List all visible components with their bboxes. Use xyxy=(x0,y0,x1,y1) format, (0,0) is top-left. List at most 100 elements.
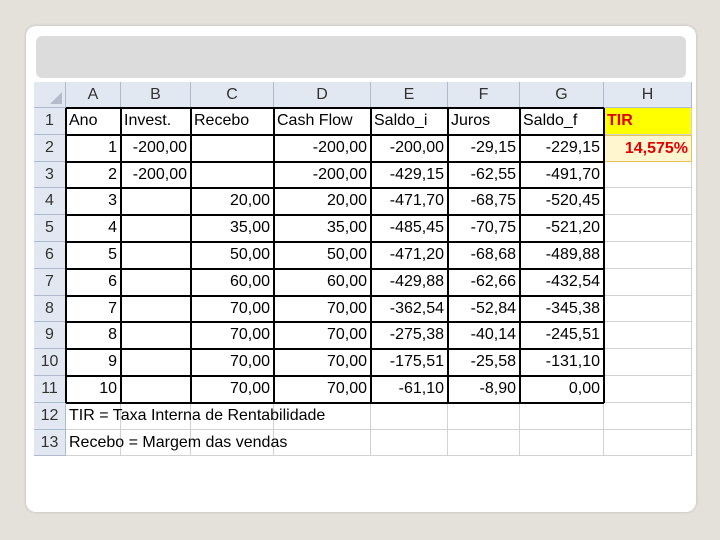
cell-c1[interactable]: Recebo xyxy=(191,108,274,135)
row-header-5[interactable]: 5 xyxy=(34,215,66,242)
row-header-10[interactable]: 10 xyxy=(34,349,66,376)
cell-d5[interactable]: 35,00 xyxy=(274,215,371,242)
cell-h12[interactable] xyxy=(604,402,692,430)
cell-g9[interactable]: -245,51 xyxy=(520,322,604,350)
cell-d8[interactable]: 70,00 xyxy=(274,295,371,323)
row-header-3[interactable]: 3 xyxy=(34,161,66,189)
cell-b8[interactable] xyxy=(121,295,191,323)
select-all-corner[interactable] xyxy=(34,82,66,108)
cell-a3[interactable]: 2 xyxy=(66,161,121,189)
cell-a11[interactable]: 10 xyxy=(66,376,121,403)
cell-g5[interactable]: -521,20 xyxy=(520,215,604,242)
row-header-9[interactable]: 9 xyxy=(34,322,66,350)
cell-h2[interactable]: 14,575% xyxy=(604,134,692,162)
cell-c10[interactable]: 70,00 xyxy=(191,349,274,376)
cell-h4[interactable] xyxy=(604,188,692,216)
row-header-2[interactable]: 2 xyxy=(34,134,66,162)
cell-c2[interactable] xyxy=(191,134,274,162)
cell-g10[interactable]: -131,10 xyxy=(520,349,604,376)
cell-c11[interactable]: 70,00 xyxy=(191,376,274,403)
cell-a5[interactable]: 4 xyxy=(66,215,121,242)
column-header-f[interactable]: F xyxy=(448,82,520,108)
cell-g13[interactable] xyxy=(520,429,604,457)
row-header-13[interactable]: 13 xyxy=(34,429,66,457)
cell-f9[interactable]: -40,14 xyxy=(448,322,520,350)
column-header-g[interactable]: G xyxy=(520,82,604,108)
cell-f10[interactable]: -25,58 xyxy=(448,349,520,376)
cell-d4[interactable]: 20,00 xyxy=(274,188,371,216)
cell-h1[interactable]: TIR xyxy=(604,108,692,135)
cell-a10[interactable]: 9 xyxy=(66,349,121,376)
cell-b5[interactable] xyxy=(121,215,191,242)
cell-f5[interactable]: -70,75 xyxy=(448,215,520,242)
cell-a7[interactable]: 6 xyxy=(66,268,121,296)
cell-d2[interactable]: -200,00 xyxy=(274,134,371,162)
cell-h13[interactable] xyxy=(604,429,692,457)
cell-a1[interactable]: Ano xyxy=(66,108,121,135)
cell-c6[interactable]: 50,00 xyxy=(191,242,274,269)
cell-d9[interactable]: 70,00 xyxy=(274,322,371,350)
cell-h11[interactable] xyxy=(604,376,692,403)
cell-e4[interactable]: -471,70 xyxy=(371,188,448,216)
cell-h6[interactable] xyxy=(604,242,692,269)
cell-g4[interactable]: -520,45 xyxy=(520,188,604,216)
cell-h7[interactable] xyxy=(604,268,692,296)
column-header-b[interactable]: B xyxy=(121,82,191,108)
cell-f12[interactable] xyxy=(448,402,520,430)
cell-g6[interactable]: -489,88 xyxy=(520,242,604,269)
cell-e7[interactable]: -429,88 xyxy=(371,268,448,296)
cell-f3[interactable]: -62,55 xyxy=(448,161,520,189)
cell-c8[interactable]: 70,00 xyxy=(191,295,274,323)
cell-c4[interactable]: 20,00 xyxy=(191,188,274,216)
cell-b2[interactable]: -200,00 xyxy=(121,134,191,162)
cell-a9[interactable]: 8 xyxy=(66,322,121,350)
cell-g2[interactable]: -229,15 xyxy=(520,134,604,162)
cell-g8[interactable]: -345,38 xyxy=(520,295,604,323)
cell-a8[interactable]: 7 xyxy=(66,295,121,323)
cell-f6[interactable]: -68,68 xyxy=(448,242,520,269)
cell-b1[interactable]: Invest. xyxy=(121,108,191,135)
cell-h9[interactable] xyxy=(604,322,692,350)
cell-b10[interactable] xyxy=(121,349,191,376)
cell-g12[interactable] xyxy=(520,402,604,430)
row-header-11[interactable]: 11 xyxy=(34,376,66,403)
cell-h10[interactable] xyxy=(604,349,692,376)
cell-e3[interactable]: -429,15 xyxy=(371,161,448,189)
cell-b11[interactable] xyxy=(121,376,191,403)
cell-g7[interactable]: -432,54 xyxy=(520,268,604,296)
row-header-6[interactable]: 6 xyxy=(34,242,66,269)
cell-e9[interactable]: -275,38 xyxy=(371,322,448,350)
row-header-4[interactable]: 4 xyxy=(34,188,66,216)
row-header-1[interactable]: 1 xyxy=(34,108,66,135)
column-header-a[interactable]: A xyxy=(66,82,121,108)
cell-e6[interactable]: -471,20 xyxy=(371,242,448,269)
cell-f11[interactable]: -8,90 xyxy=(448,376,520,403)
cell-d10[interactable]: 70,00 xyxy=(274,349,371,376)
cell-f13[interactable] xyxy=(448,429,520,457)
cell-d13[interactable] xyxy=(274,429,371,457)
cell-b3[interactable]: -200,00 xyxy=(121,161,191,189)
cell-f2[interactable]: -29,15 xyxy=(448,134,520,162)
cell-b4[interactable] xyxy=(121,188,191,216)
cell-f8[interactable]: -52,84 xyxy=(448,295,520,323)
cell-b6[interactable] xyxy=(121,242,191,269)
cell-e11[interactable]: -61,10 xyxy=(371,376,448,403)
column-header-c[interactable]: C xyxy=(191,82,274,108)
cell-c7[interactable]: 60,00 xyxy=(191,268,274,296)
cell-g3[interactable]: -491,70 xyxy=(520,161,604,189)
cell-c9[interactable]: 70,00 xyxy=(191,322,274,350)
cell-c5[interactable]: 35,00 xyxy=(191,215,274,242)
cell-a2[interactable]: 1 xyxy=(66,134,121,162)
cell-d1[interactable]: Cash Flow xyxy=(274,108,371,135)
cell-e13[interactable] xyxy=(371,429,448,457)
column-header-e[interactable]: E xyxy=(371,82,448,108)
cell-h3[interactable] xyxy=(604,161,692,189)
cell-e8[interactable]: -362,54 xyxy=(371,295,448,323)
cell-a4[interactable]: 3 xyxy=(66,188,121,216)
cell-c3[interactable] xyxy=(191,161,274,189)
cell-e1[interactable]: Saldo_i xyxy=(371,108,448,135)
cell-b7[interactable] xyxy=(121,268,191,296)
cell-d6[interactable]: 50,00 xyxy=(274,242,371,269)
cell-h8[interactable] xyxy=(604,295,692,323)
cell-d7[interactable]: 60,00 xyxy=(274,268,371,296)
